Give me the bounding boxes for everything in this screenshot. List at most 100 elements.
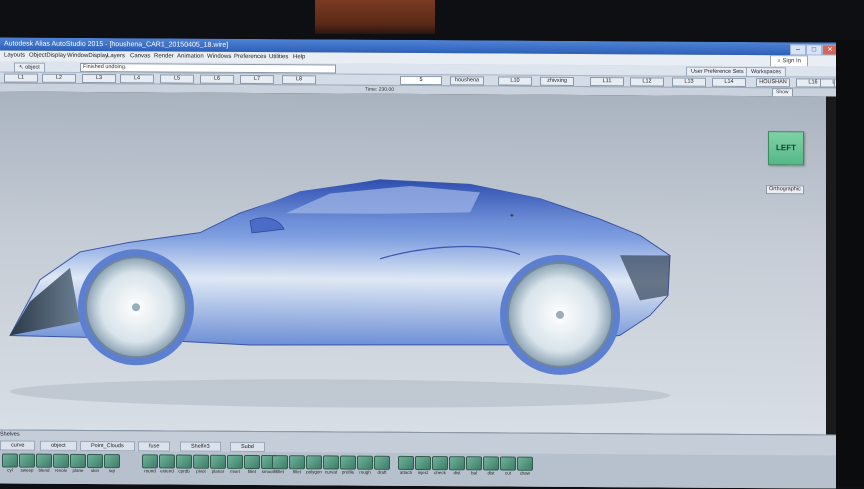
- view-type-label[interactable]: Orthographic: [766, 185, 804, 195]
- menu-animation[interactable]: Animation: [177, 52, 204, 63]
- shelf-tool-button[interactable]: fillet: [244, 454, 260, 477]
- tool-icon: [227, 454, 243, 469]
- close-button[interactable]: ✕: [822, 44, 836, 56]
- layer-cell[interactable]: L14: [712, 77, 746, 88]
- shelf-tool-button[interactable]: pivot: [193, 454, 209, 477]
- car-model-render: [9, 179, 671, 408]
- menu-utilities[interactable]: Utilities: [269, 52, 288, 63]
- menu-windowdisplay[interactable]: WindowDisplay: [67, 51, 108, 62]
- shelf-tool-button[interactable]: attach: [398, 455, 414, 478]
- monitor-screen: Autodesk Alias AutoStudio 2015 - [houshe…: [0, 37, 836, 489]
- shelf-tool-button[interactable]: profile: [340, 455, 356, 478]
- menu-canvas[interactable]: Canvas: [130, 51, 150, 62]
- tool-label: pivot: [196, 468, 206, 474]
- tool-icon: [432, 456, 448, 471]
- layer-cell[interactable]: 5: [400, 75, 442, 86]
- shelf-tool-button[interactable]: sqr: [104, 454, 120, 476]
- shelf-tab[interactable]: Shelf#3: [180, 441, 221, 452]
- view-cube-left[interactable]: LEFT: [768, 131, 804, 166]
- layer-cell[interactable]: L11: [590, 77, 624, 87]
- layer-cell[interactable]: L13: [672, 77, 706, 87]
- tool-icon: [289, 455, 305, 470]
- shelf-tool-button[interactable]: draft: [374, 455, 390, 478]
- layer-cell[interactable]: L8: [282, 75, 316, 85]
- layer-cell[interactable]: houshena: [450, 76, 484, 86]
- tool-icon: [87, 453, 103, 469]
- shelf-tool-button[interactable]: draw: [517, 456, 533, 479]
- layer-cell[interactable]: HOUSHAN: [756, 78, 790, 88]
- shelf-tool-button[interactable]: mset: [227, 454, 243, 477]
- tool-icon: [483, 456, 499, 471]
- tool-icon: [398, 455, 414, 470]
- layer-cell[interactable]: L4: [120, 74, 154, 84]
- maximize-button[interactable]: □: [806, 44, 822, 56]
- tool-label: profile: [341, 469, 355, 475]
- tool-icon: [517, 456, 533, 471]
- shelf-tool-button[interactable]: fillet: [289, 455, 305, 477]
- shelf-tool-button[interactable]: cprdb: [176, 454, 192, 477]
- shelf-tool-button[interactable]: inject: [415, 455, 431, 478]
- shelf-tool-button[interactable]: extend: [159, 454, 175, 476]
- shelf-tools: cyl sweep blend revolv plane skin sqr round exte…: [0, 450, 836, 489]
- shelf-tab[interactable]: Subd: [230, 441, 265, 453]
- tool-icon: [142, 454, 158, 469]
- shelf-tool-button[interactable]: polygon: [306, 455, 322, 477]
- tool-label: revolv: [54, 467, 67, 473]
- tool-label: draft: [377, 469, 387, 475]
- shelf-tab[interactable]: Point_Clouds: [80, 440, 135, 452]
- layer-cell[interactable]: L1: [4, 73, 38, 83]
- prompt-line[interactable]: Finished undoing.: [80, 62, 336, 74]
- menu-render[interactable]: Render: [154, 51, 174, 62]
- shelf-tab[interactable]: curve: [0, 440, 36, 451]
- shelf-tool-button[interactable]: bal: [466, 456, 482, 478]
- layer-cell[interactable]: L5: [160, 74, 194, 84]
- tool-label: check: [434, 470, 446, 476]
- shelf-tool-button[interactable]: plane: [70, 453, 86, 476]
- tool-icon: [306, 455, 322, 470]
- menu-windows[interactable]: Windows: [207, 52, 231, 63]
- shelf-tab[interactable]: object: [40, 440, 77, 451]
- pick-mode-selector[interactable]: ↖ object: [14, 62, 45, 73]
- tool-icon: [210, 454, 226, 469]
- tool-icon: [357, 455, 373, 470]
- layer-cell[interactable]: L10: [498, 76, 532, 86]
- shelf-tool-button[interactable]: round: [142, 454, 158, 476]
- tool-label: fillet: [275, 469, 284, 475]
- shelf-tool-button[interactable]: rough: [357, 455, 373, 478]
- shelf-tool-button[interactable]: sweep: [19, 453, 35, 476]
- shelf-tab[interactable]: fuse: [138, 441, 171, 452]
- shelf-tool-button[interactable]: dist: [483, 456, 499, 478]
- menu-layouts[interactable]: Layouts: [4, 50, 25, 61]
- layer-cell[interactable]: L6: [200, 74, 234, 84]
- layer-cell[interactable]: L12: [630, 77, 664, 87]
- menu-help[interactable]: Help: [293, 52, 305, 63]
- layer-cell[interactable]: L3: [82, 73, 116, 84]
- shelf-tool-button[interactable]: cyl: [2, 453, 18, 475]
- shelf-tool-button[interactable]: planar: [210, 454, 226, 477]
- layer-cell[interactable]: zhivxing: [540, 76, 574, 86]
- shelf-tool-button[interactable]: skin: [87, 453, 103, 476]
- menu-objectdisplay[interactable]: ObjectDisplay: [29, 51, 66, 62]
- shelf-tool-button[interactable]: blend: [36, 453, 52, 476]
- shelf-tool-button[interactable]: curvat: [323, 455, 339, 477]
- shelf-tool-button[interactable]: cut: [500, 456, 516, 479]
- tool-label: dist: [453, 470, 461, 476]
- user-preference-sets-button[interactable]: User Preference Sets: [686, 66, 749, 78]
- menu-layers[interactable]: Layers: [107, 51, 125, 62]
- shelf-tool-button[interactable]: check: [432, 456, 448, 478]
- layer-cell[interactable]: L7: [240, 74, 274, 85]
- tool-label: plane: [72, 467, 84, 473]
- window-title: Autodesk Alias AutoStudio 2015 - [houshe…: [4, 40, 229, 49]
- shelf-tool-button[interactable]: dist: [449, 456, 465, 478]
- tool-label: draw: [520, 470, 530, 476]
- tool-icon: [2, 453, 18, 468]
- layer-cell[interactable]: L2: [42, 73, 76, 83]
- shelf-tool-button[interactable]: fillet: [272, 455, 288, 477]
- modeling-viewport[interactable]: ⌖ LEFT Orthographic: [0, 91, 826, 435]
- minimize-button[interactable]: –: [790, 44, 806, 56]
- tool-icon: [272, 455, 288, 470]
- menu-preferences[interactable]: Preferences: [234, 52, 266, 63]
- tool-label: sweep: [20, 467, 34, 473]
- workspaces-button[interactable]: Workspaces: [746, 67, 787, 78]
- shelf-tool-button[interactable]: revolv: [53, 453, 69, 476]
